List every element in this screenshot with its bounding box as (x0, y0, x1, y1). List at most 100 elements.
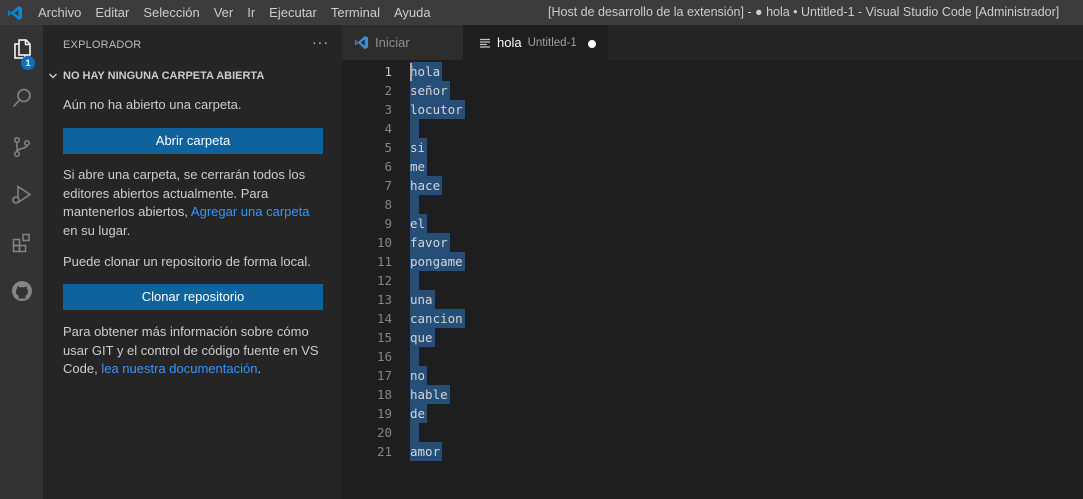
code-line[interactable]: no (410, 366, 428, 385)
selected-text: locutor (410, 100, 465, 119)
line-number: 7 (384, 178, 392, 193)
source-control-icon[interactable] (0, 127, 43, 167)
selected-text: pongame (410, 252, 465, 271)
vscode-logo-icon (0, 0, 30, 25)
unsaved-dot-icon[interactable] (588, 40, 596, 48)
code-line[interactable]: favor (410, 233, 450, 252)
documentation-link[interactable]: lea nuestra documentación (101, 361, 257, 376)
code-line[interactable]: pongame (410, 252, 465, 271)
selected-text (410, 271, 419, 290)
code-line[interactable]: amor (410, 442, 443, 461)
code-line[interactable]: hola (410, 62, 443, 81)
code-line[interactable]: locutor (410, 100, 465, 119)
file-icon (479, 37, 491, 49)
line-number: 16 (376, 349, 392, 364)
line-number: 8 (384, 197, 392, 212)
code-line[interactable]: que (410, 328, 435, 347)
code-line[interactable]: me (410, 157, 428, 176)
code-line[interactable]: hace (410, 176, 443, 195)
line-number: 10 (376, 235, 392, 250)
line-number: 20 (376, 425, 392, 440)
selected-text: una (410, 290, 435, 309)
tab-hola[interactable]: hola Untitled-1 (463, 25, 608, 60)
selected-text: no (410, 366, 428, 385)
title-bar: Archivo Editar Selección Ver Ir Ejecutar… (0, 0, 1083, 25)
menu-ver[interactable]: Ver (207, 0, 241, 25)
explorer-sidebar: EXPLORADOR ··· NO HAY NINGUNA CARPETA AB… (43, 25, 342, 499)
code-line[interactable]: cancion (410, 309, 465, 328)
line-number: 11 (376, 254, 392, 269)
selected-text: me (410, 157, 428, 176)
line-number: 13 (376, 292, 392, 307)
line-number: 4 (384, 121, 392, 136)
menu-ejecutar[interactable]: Ejecutar (262, 0, 324, 25)
menu-terminal[interactable]: Terminal (324, 0, 387, 25)
selected-text: hola (410, 62, 443, 81)
vscode-logo-icon (354, 35, 369, 50)
code-line[interactable] (410, 271, 419, 290)
clone-repository-button[interactable]: Clonar repositorio (63, 284, 323, 310)
code-line[interactable] (410, 423, 419, 442)
no-folder-text: Aún no ha abierto una carpeta. (63, 97, 242, 112)
code-editor[interactable]: 1 2 3 4 5 6 7 8 9 10 11 12 13 14 15 16 17 18 19 20 21 hola se… (342, 60, 1083, 499)
code-line[interactable] (410, 195, 419, 214)
menu-bar: Archivo Editar Selección Ver Ir Ejecutar… (30, 0, 438, 25)
tab-label: hola (497, 35, 522, 50)
github-icon[interactable] (0, 271, 43, 311)
selected-text: hace (410, 176, 443, 195)
code-line[interactable]: de (410, 404, 428, 423)
text-cursor (410, 63, 412, 81)
run-debug-icon[interactable] (0, 175, 43, 215)
code-line[interactable]: señor (410, 81, 450, 100)
open-folder-button[interactable]: Abrir carpeta (63, 128, 323, 154)
selected-text: favor (410, 233, 450, 252)
section-title: NO HAY NINGUNA CARPETA ABIERTA (63, 70, 265, 82)
activity-bar: 1 (0, 25, 43, 499)
selected-text: hable (410, 385, 450, 404)
sidebar-title: EXPLORADOR (63, 39, 142, 51)
line-number: 2 (384, 83, 392, 98)
line-number: 17 (376, 368, 392, 383)
explorer-badge: 1 (21, 56, 35, 70)
line-number: 15 (376, 330, 392, 345)
selected-text (410, 195, 419, 214)
line-number: 5 (384, 140, 392, 155)
close-editors-text: Si abre una carpeta, se cerrarán todos l… (63, 166, 325, 240)
chevron-down-icon (43, 70, 63, 82)
more-actions-icon[interactable]: ··· (312, 34, 329, 50)
menu-editar[interactable]: Editar (88, 0, 136, 25)
line-number: 9 (384, 216, 392, 231)
editor-tab-bar: Iniciar hola Untitled-1 (342, 25, 1083, 60)
code-line[interactable]: si (410, 138, 428, 157)
code-line[interactable] (410, 119, 419, 138)
git-info-text: Para obtener más información sobre cómo … (63, 323, 325, 379)
add-folder-link[interactable]: Agregar una carpeta (191, 204, 310, 219)
line-number: 6 (384, 159, 392, 174)
selected-text: de (410, 404, 428, 423)
menu-ayuda[interactable]: Ayuda (387, 0, 438, 25)
tab-description: Untitled-1 (527, 36, 577, 49)
search-icon[interactable] (0, 78, 43, 118)
code-line[interactable] (410, 347, 419, 366)
files-icon[interactable]: 1 (0, 29, 43, 70)
line-number: 18 (376, 387, 392, 402)
section-no-folder[interactable]: NO HAY NINGUNA CARPETA ABIERTA (43, 65, 342, 87)
code-line[interactable]: una (410, 290, 435, 309)
code-line[interactable]: el (410, 214, 428, 233)
line-number: 1 (384, 64, 392, 79)
selected-text: cancion (410, 309, 465, 328)
selected-text: si (410, 138, 428, 157)
code-line[interactable]: hable (410, 385, 450, 404)
line-number: 12 (376, 273, 392, 288)
selected-text: que (410, 328, 435, 347)
menu-ir[interactable]: Ir (240, 0, 262, 25)
tab-label: Iniciar (375, 35, 410, 50)
window-title: [Host de desarrollo de la extensión] - ●… (548, 5, 1060, 19)
close-editors-text-2: en su lugar. (63, 222, 131, 238)
menu-archivo[interactable]: Archivo (30, 0, 88, 25)
line-number: 14 (376, 311, 392, 326)
menu-seleccion[interactable]: Selección (136, 0, 206, 25)
tab-iniciar[interactable]: Iniciar (342, 25, 463, 60)
extensions-icon[interactable] (0, 223, 43, 263)
selected-text: amor (410, 442, 443, 461)
